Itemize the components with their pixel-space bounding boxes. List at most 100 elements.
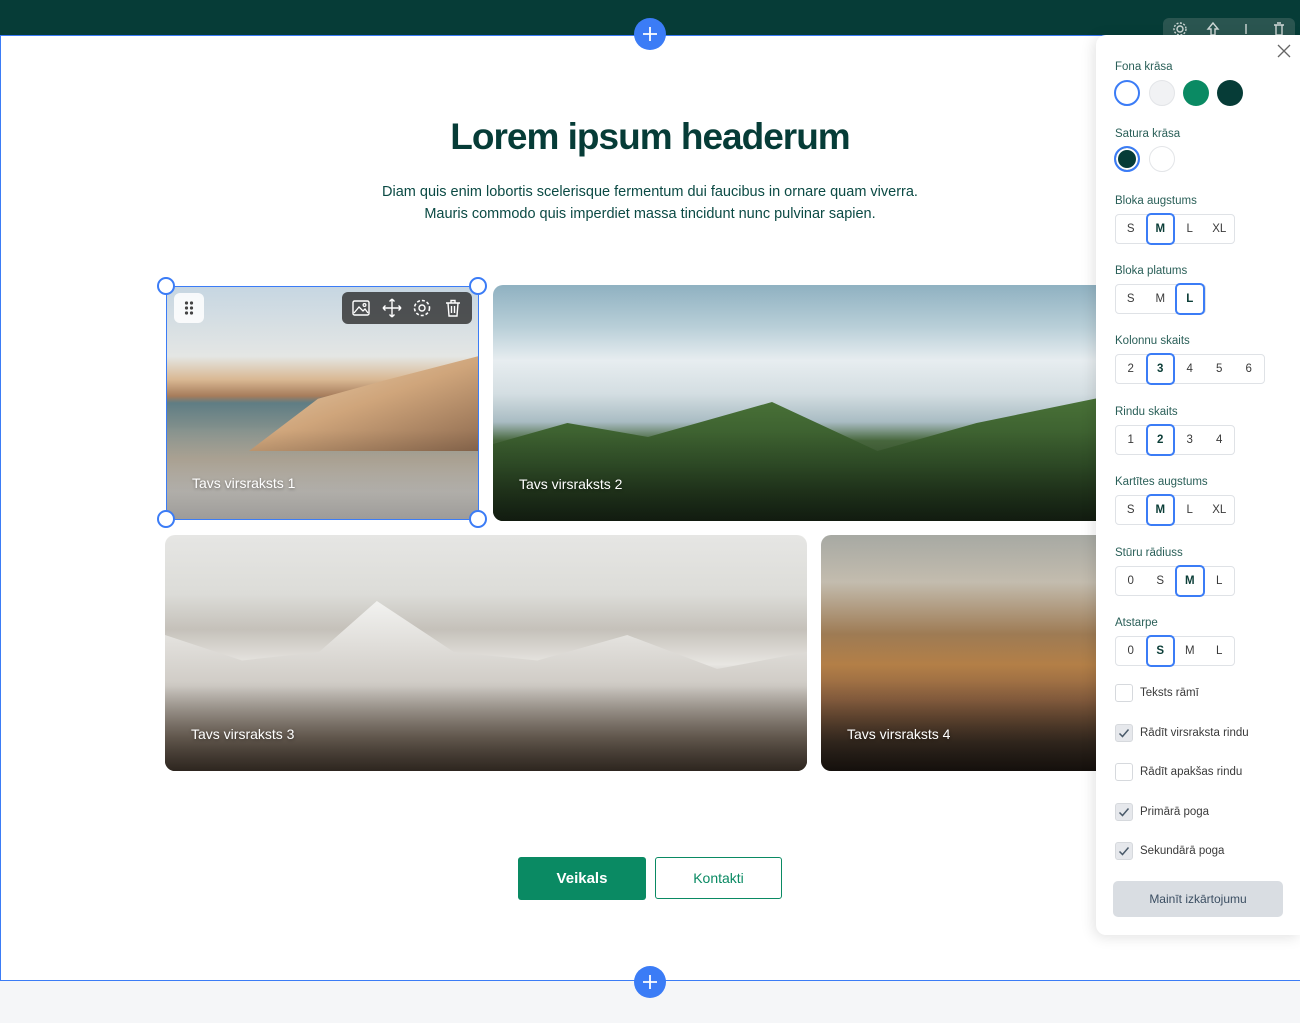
- segment-option[interactable]: L: [1205, 567, 1235, 595]
- segmented-control: 0SML: [1115, 565, 1235, 597]
- segment-option[interactable]: L: [1205, 637, 1235, 665]
- checkbox[interactable]: [1115, 842, 1133, 860]
- drag-handle[interactable]: [174, 293, 204, 323]
- segment-option[interactable]: S: [1116, 215, 1146, 243]
- checkbox[interactable]: [1115, 684, 1133, 702]
- segment-option[interactable]: M: [1175, 637, 1205, 665]
- gear-icon[interactable]: [412, 298, 432, 318]
- checkbox-row[interactable]: Teksts rāmī: [1115, 684, 1199, 702]
- lead-text[interactable]: Diam quis enim lobortis scelerisque ferm…: [340, 181, 960, 225]
- segment-option[interactable]: L: [1175, 283, 1205, 315]
- checkbox[interactable]: [1115, 803, 1133, 821]
- card-title[interactable]: Tavs virsraksts 4: [847, 726, 950, 742]
- segment-option[interactable]: M: [1145, 213, 1175, 245]
- gallery-card-3[interactable]: Tavs virsraksts 3: [165, 535, 807, 771]
- setting-label: Kolonnu skaits: [1115, 335, 1190, 347]
- plus-icon: [643, 975, 657, 989]
- segment-option[interactable]: 3: [1145, 353, 1175, 385]
- gallery-card-2[interactable]: Tavs virsraksts 2: [493, 285, 1113, 521]
- setting-label: Rindu skaits: [1115, 406, 1178, 418]
- segment-option[interactable]: 2: [1145, 424, 1175, 456]
- segment-option[interactable]: 4: [1175, 355, 1205, 383]
- image-icon[interactable]: [351, 298, 371, 318]
- setting-label: Bloka platums: [1115, 265, 1188, 277]
- segmented-control: S M L XL: [1115, 494, 1235, 526]
- block-settings-panel: Fona krāsa Satura krāsa Bloka augstums S M…: [1096, 35, 1300, 935]
- check-icon: [1118, 729, 1130, 738]
- close-icon[interactable]: [1276, 43, 1292, 59]
- bg-color-label: Fona krāsa: [1115, 61, 1173, 73]
- segmented-control: 0SML: [1115, 635, 1235, 667]
- resize-handle-top-left[interactable]: [157, 277, 175, 295]
- checkbox-label: Rādīt apakšas rindu: [1140, 766, 1243, 778]
- plus-icon: [643, 27, 657, 41]
- check-icon: [1118, 808, 1130, 817]
- segment-option[interactable]: S: [1146, 567, 1176, 595]
- segment-option[interactable]: S: [1145, 635, 1175, 667]
- segment-option[interactable]: 6: [1234, 355, 1264, 383]
- checkbox-row[interactable]: Sekundārā poga: [1115, 842, 1224, 860]
- checkbox[interactable]: [1115, 724, 1133, 742]
- segment-option[interactable]: 1: [1116, 426, 1146, 454]
- resize-handle-bottom-right[interactable]: [469, 510, 487, 528]
- segmented-control: 23456: [1115, 353, 1265, 385]
- segmented-control: S M L XL: [1115, 213, 1235, 245]
- card-title[interactable]: Tavs virsraksts 2: [519, 476, 622, 492]
- segment-option[interactable]: L: [1175, 496, 1205, 524]
- content-color-swatch-dark[interactable]: [1114, 146, 1140, 172]
- add-section-bottom-button[interactable]: [634, 966, 666, 998]
- setting-label: Bloka augstums: [1115, 195, 1197, 207]
- bg-color-swatch-green[interactable]: [1183, 80, 1209, 106]
- bg-color-swatch-light[interactable]: [1149, 80, 1175, 106]
- checkbox[interactable]: [1115, 763, 1133, 781]
- bg-color-swatch-white[interactable]: [1114, 80, 1140, 106]
- segment-option[interactable]: XL: [1205, 215, 1235, 243]
- bg-color-swatch-dark[interactable]: [1217, 80, 1243, 106]
- lead-line-1: Diam quis enim lobortis scelerisque ferm…: [382, 184, 918, 200]
- add-section-top-button[interactable]: [634, 18, 666, 50]
- segment-option[interactable]: M: [1175, 565, 1205, 597]
- setting-label: Atstarpe: [1115, 617, 1158, 629]
- segment-option[interactable]: S: [1116, 496, 1146, 524]
- page-title[interactable]: Lorem ipsum headerum: [300, 116, 1000, 158]
- contacts-button[interactable]: Kontakti: [655, 857, 782, 899]
- move-icon[interactable]: [382, 298, 402, 318]
- content-color-swatch-white[interactable]: [1149, 146, 1175, 172]
- setting-label: Kartītes augstums: [1115, 476, 1208, 488]
- segment-option[interactable]: 4: [1205, 426, 1235, 454]
- checkbox-row[interactable]: Rādīt apakšas rindu: [1115, 763, 1242, 781]
- checkbox-row[interactable]: Primārā poga: [1115, 803, 1209, 821]
- checkbox-label: Sekundārā poga: [1140, 845, 1225, 857]
- segment-option[interactable]: M: [1145, 494, 1175, 526]
- segment-option[interactable]: 2: [1116, 355, 1146, 383]
- section-toolbar: [1163, 18, 1295, 36]
- content-color-label: Satura krāsa: [1115, 128, 1181, 140]
- checkbox-label: Rādīt virsraksta rindu: [1140, 727, 1249, 739]
- lead-line-2: Mauris commodo quis imperdiet massa tinc…: [424, 206, 876, 222]
- resize-handle-bottom-left[interactable]: [157, 510, 175, 528]
- segment-option[interactable]: 0: [1116, 637, 1146, 665]
- segment-option[interactable]: 3: [1175, 426, 1205, 454]
- check-icon: [1118, 847, 1130, 856]
- card-title[interactable]: Tavs virsraksts 3: [191, 726, 294, 742]
- drag-dots-icon: [184, 301, 194, 315]
- segmented-control: SML: [1115, 283, 1206, 315]
- gallery-card-4[interactable]: Tavs virsraksts 4: [821, 535, 1113, 771]
- shop-button[interactable]: Veikals: [518, 857, 646, 900]
- segment-option[interactable]: XL: [1205, 496, 1235, 524]
- checkbox-label: Teksts rāmī: [1140, 687, 1199, 699]
- change-layout-button[interactable]: Mainīt izkārtojumu: [1113, 881, 1283, 917]
- checkbox-row[interactable]: Rādīt virsraksta rindu: [1115, 724, 1249, 742]
- segment-option[interactable]: 5: [1205, 355, 1235, 383]
- trash-icon[interactable]: [443, 298, 463, 318]
- segment-option[interactable]: S: [1116, 285, 1146, 313]
- resize-handle-top-right[interactable]: [469, 277, 487, 295]
- card-toolbar: [342, 292, 472, 324]
- segment-option[interactable]: M: [1146, 285, 1176, 313]
- segment-option[interactable]: 0: [1116, 567, 1146, 595]
- segmented-control: 1234: [1115, 424, 1235, 456]
- segment-option[interactable]: L: [1175, 215, 1205, 243]
- card-title[interactable]: Tavs virsraksts 1: [192, 475, 295, 491]
- checkbox-label: Primārā poga: [1140, 806, 1210, 818]
- setting-label: Stūru rādiuss: [1115, 547, 1183, 559]
